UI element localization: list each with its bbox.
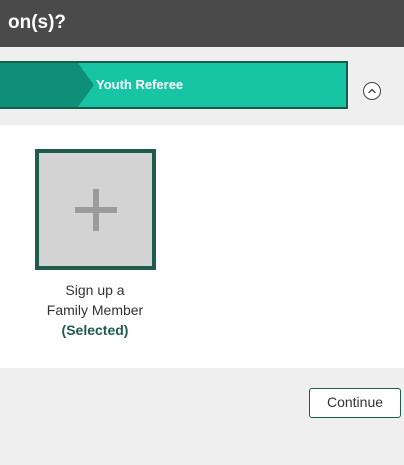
current-step-label: Youth Referee (96, 77, 184, 92)
previous-step-arrow (0, 63, 98, 107)
modal-header: on(s)? (0, 0, 404, 47)
add-family-member-label: Sign up a Family Member (Selected) (20, 280, 170, 340)
registration-progress-bar: Youth Referee (0, 61, 348, 109)
continue-button[interactable]: Continue (309, 388, 401, 418)
plus-icon (74, 188, 117, 231)
modal-title: on(s)? (8, 12, 67, 33)
selected-status: (Selected) (61, 322, 129, 338)
collapse-toggle-button[interactable] (363, 82, 381, 100)
label-line-2: Family Member (46, 302, 144, 318)
label-line-1: Sign up a (65, 282, 125, 298)
chevron-up-icon (368, 88, 376, 94)
add-family-member-card[interactable] (35, 149, 156, 270)
